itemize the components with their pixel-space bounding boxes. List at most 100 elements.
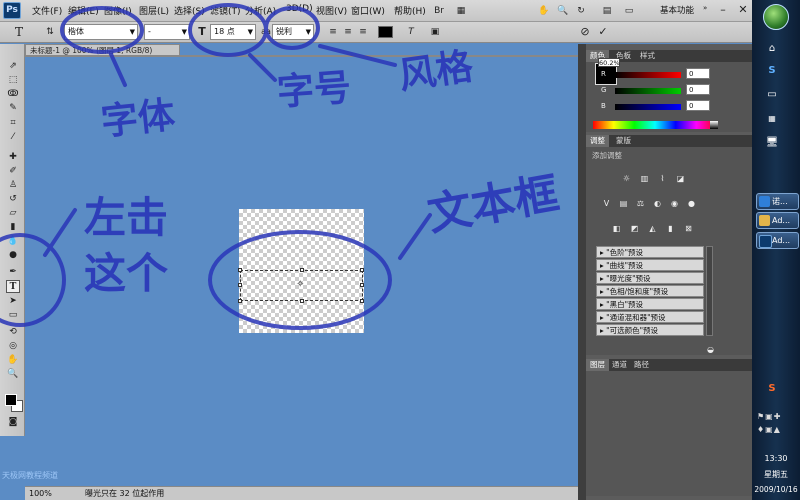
bridge-icon[interactable]: Br [432, 4, 446, 18]
gradient-tool-icon[interactable]: ▮ [6, 221, 20, 234]
textbox-handle[interactable] [360, 283, 364, 287]
slider-red[interactable] [615, 72, 681, 78]
photo-filter-icon[interactable]: ◉ [668, 197, 681, 210]
dodge-tool-icon[interactable]: ● [6, 249, 20, 262]
align-right-icon[interactable]: ≡ [356, 25, 370, 39]
font-family-select[interactable]: 楷体 ▼ [64, 24, 138, 40]
zoom-tool-icon[interactable]: 🔍 [6, 368, 20, 381]
textbox-handle[interactable] [300, 268, 304, 272]
preset-black-white[interactable]: ▸ "黑白"预设 [596, 298, 704, 310]
tray-icons-row2[interactable]: ♦▣▲ [757, 425, 781, 434]
character-panel-icon[interactable]: ▣ [428, 25, 442, 39]
clone-stamp-tool-icon[interactable]: ♙ [6, 179, 20, 192]
preset-hue-saturation[interactable]: ▸ "色相/饱和度"预设 [596, 285, 704, 297]
arrange-icon[interactable]: ▤ [600, 4, 614, 18]
type-tool-preset-icon[interactable]: T [12, 25, 26, 39]
textbox-handle[interactable] [238, 283, 242, 287]
menu-edit[interactable]: 编辑(E) [68, 4, 99, 17]
antialias-select[interactable]: 锐利 ▼ [272, 24, 314, 40]
taskbar-item-photoshop[interactable]: Ad... [756, 232, 799, 249]
menu-view[interactable]: 视图(V) [316, 4, 347, 17]
show-desktop-icon[interactable]: ▭ [761, 86, 783, 104]
levels-icon[interactable]: ▥ [638, 172, 651, 185]
3d-orbit-tool-icon[interactable]: ◎ [6, 340, 20, 353]
selective-color-icon[interactable]: ⊠ [682, 222, 695, 235]
app-launcher-icon[interactable]: ▦ [761, 110, 783, 128]
value-red[interactable]: 0 [686, 68, 710, 79]
menu-window[interactable]: 窗口(W) [351, 4, 385, 17]
menu-help[interactable]: 帮助(H) [394, 4, 426, 17]
lasso-tool-icon[interactable]: ↂ [6, 88, 20, 101]
warp-text-icon[interactable]: T [404, 25, 418, 39]
slider-blue[interactable] [615, 104, 681, 110]
quick-select-tool-icon[interactable]: ✎ [6, 102, 20, 115]
commit-edit-icon[interactable]: ✓ [596, 25, 610, 39]
tab-layers[interactable]: 图层 [586, 359, 609, 371]
3d-rotate-tool-icon[interactable]: ⟲ [6, 326, 20, 339]
menu-analysis[interactable]: 分析(A) [245, 4, 276, 17]
text-orientation-icon[interactable]: ⇅ [43, 25, 57, 39]
hue-saturation-icon[interactable]: ▤ [617, 197, 630, 210]
black-white-icon[interactable]: ◐ [651, 197, 664, 210]
textbox-handle[interactable] [300, 299, 304, 303]
vibrance-icon[interactable]: V [600, 197, 613, 210]
hand-tool-icon[interactable]: ✋ [6, 354, 20, 367]
preset-exposure[interactable]: ▸ "曝光度"预设 [596, 272, 704, 284]
tab-masks[interactable]: 蒙版 [612, 135, 635, 147]
curves-icon[interactable]: ⌇ [656, 172, 669, 185]
eyedropper-tool-icon[interactable]: ⁄ [6, 131, 20, 144]
tab-paths[interactable]: 路径 [630, 359, 653, 371]
align-center-icon[interactable]: ≡ [341, 25, 355, 39]
tray-s-icon[interactable]: S [761, 380, 783, 398]
zoom-icon[interactable]: 🔍 [556, 4, 570, 18]
pen-tool-icon[interactable]: ✒ [6, 266, 20, 279]
textbox-handle[interactable] [360, 268, 364, 272]
hand-icon[interactable]: ✋ [537, 4, 551, 18]
value-blue[interactable]: 0 [686, 100, 710, 111]
invert-icon[interactable]: ◧ [610, 222, 623, 235]
preset-channel-mixer[interactable]: ▸ "通道混和器"预设 [596, 311, 704, 323]
textbox-handle[interactable] [238, 268, 242, 272]
tray-icons[interactable]: ⚑▣✚ [757, 412, 781, 421]
type-tool-icon[interactable]: T [6, 280, 20, 293]
presets-scrollbar[interactable] [706, 246, 713, 336]
tab-styles[interactable]: 样式 [636, 50, 659, 62]
history-brush-tool-icon[interactable]: ↺ [6, 193, 20, 206]
slider-green[interactable] [615, 88, 681, 94]
menu-3d[interactable]: 3D(D) [286, 4, 313, 14]
eraser-tool-icon[interactable]: ▱ [6, 207, 20, 220]
foreground-color-swatch[interactable] [5, 394, 17, 406]
threshold-icon[interactable]: ◭ [646, 222, 659, 235]
menu-select[interactable]: 选择(S) [174, 4, 205, 17]
brightness-icon[interactable]: ☼ [620, 172, 633, 185]
screen-mode-icon[interactable]: ▭ [622, 4, 636, 18]
tab-channels[interactable]: 通道 [608, 359, 631, 371]
taskbar-item-sogou[interactable]: 诺... [756, 193, 799, 210]
panel-options-icon[interactable]: ◒ [704, 343, 717, 356]
preset-selective-color[interactable]: ▸ "可选颜色"预设 [596, 324, 704, 336]
workspace-arrow-icon[interactable]: » [703, 4, 707, 12]
marquee-tool-icon[interactable]: ⬚ [6, 74, 20, 87]
align-left-icon[interactable]: ≡ [326, 25, 340, 39]
shape-tool-icon[interactable]: ▭ [6, 309, 20, 322]
color-balance-icon[interactable]: ⚖ [634, 197, 647, 210]
start-button[interactable] [763, 4, 789, 30]
minibridge-icon[interactable]: ▦ [454, 4, 468, 18]
menu-image[interactable]: 图像(I) [104, 4, 132, 17]
exposure-icon[interactable]: ◪ [674, 172, 687, 185]
workspace-switcher[interactable]: 基本功能 [660, 4, 694, 16]
taskbar-item-folder[interactable]: Ad... [756, 212, 799, 229]
computer-icon[interactable]: 🖥 [761, 134, 783, 152]
textbox-handle[interactable] [360, 299, 364, 303]
tab-adjustments[interactable]: 调整 [586, 135, 609, 147]
status-zoom[interactable]: 100% [29, 487, 52, 500]
close-button[interactable]: ✕ [732, 2, 754, 18]
gradient-map-icon[interactable]: ▮ [664, 222, 677, 235]
rotate-icon[interactable]: ↻ [574, 4, 588, 18]
spectrum-black-white[interactable] [710, 121, 718, 129]
cancel-edit-icon[interactable]: ⊘ [578, 25, 592, 39]
text-color-swatch[interactable] [378, 26, 393, 38]
preset-levels[interactable]: ▸ "色阶"预设 [596, 246, 704, 258]
clock-time[interactable]: 13:30 [752, 454, 800, 463]
posterize-icon[interactable]: ◩ [628, 222, 641, 235]
